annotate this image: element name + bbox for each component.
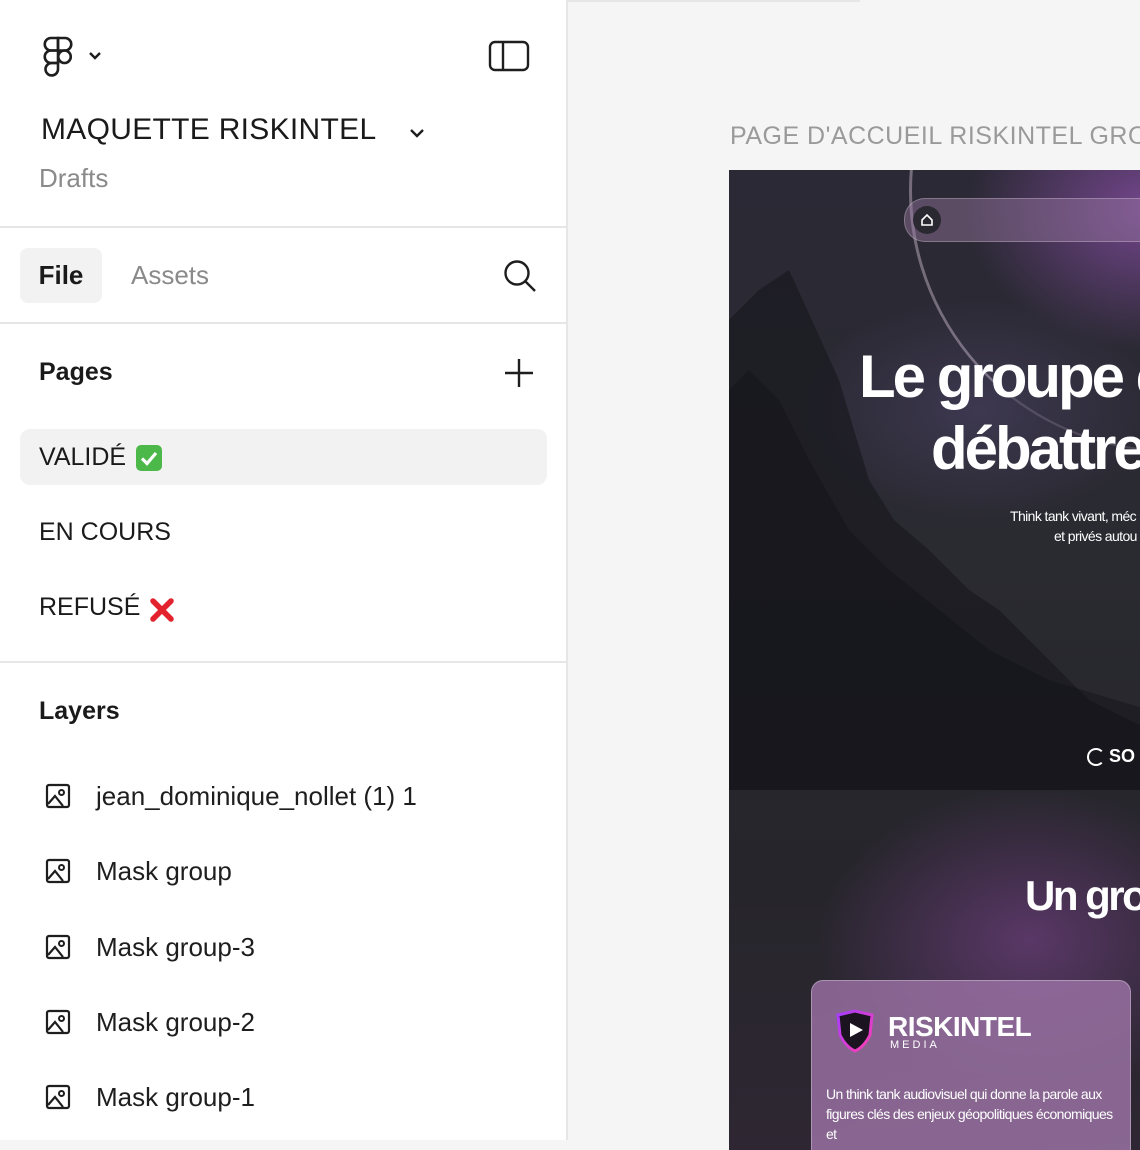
riskintel-media-card: RISKINTEL MEDIA Un think tank audiovisue… (811, 980, 1131, 1150)
chevron-down-icon[interactable] (88, 50, 102, 62)
image-icon (45, 1084, 71, 1110)
so-badge: SO (1087, 746, 1135, 767)
chevron-down-icon[interactable] (409, 126, 425, 140)
page-item-label: VALIDÉ (39, 442, 127, 471)
home-icon[interactable] (913, 206, 941, 234)
image-icon (45, 858, 71, 884)
layer-item[interactable]: Mask group-3 (44, 927, 255, 967)
page-item-en-cours[interactable]: EN COURS (20, 504, 547, 560)
hero-subtitle-line2: et privés autou (1054, 528, 1137, 544)
layer-item[interactable]: jean_dominique_nollet (1) 1 (44, 776, 417, 816)
search-icon[interactable] (502, 258, 538, 294)
layer-item[interactable]: Mask group (44, 851, 232, 891)
tab-file[interactable]: File (20, 248, 102, 303)
check-mark-button-emoji (136, 445, 163, 471)
hero-title-line1: Le groupe c (859, 343, 1140, 410)
layer-label: Mask group-1 (96, 1081, 255, 1112)
divider (0, 226, 566, 228)
tab-assets[interactable]: Assets (131, 260, 209, 291)
layer-label: Mask group-3 (96, 931, 255, 962)
pages-heading: Pages (39, 358, 113, 386)
layer-label: Mask group (96, 855, 232, 886)
design-frame[interactable]: Le groupe c débattre Think tank vivant, … (729, 170, 1140, 1150)
image-icon (45, 783, 71, 809)
nav-bar[interactable] (904, 198, 1140, 242)
so-text: SO (1109, 746, 1136, 766)
card-brand-sub: MEDIA (890, 1039, 940, 1051)
plus-icon[interactable] (503, 357, 535, 389)
figma-logo-icon[interactable] (40, 36, 76, 78)
layers-heading: Layers (39, 697, 120, 725)
project-location[interactable]: Drafts (39, 163, 108, 194)
image-icon (45, 934, 71, 960)
image-icon (45, 1009, 71, 1035)
riskintel-shield-logo (836, 1009, 874, 1053)
layer-item[interactable]: Mask group-2 (44, 1002, 255, 1042)
cross-mark-emoji (148, 596, 176, 624)
project-title[interactable]: MAQUETTE RISKINTEL (41, 113, 376, 147)
layer-item[interactable]: Mask group-1 (44, 1077, 255, 1117)
card-description: Un think tank audiovisuel qui donne la p… (826, 1086, 1113, 1142)
page-item-label: EN COURS (39, 517, 171, 546)
left-sidebar: MAQUETTE RISKINTEL Drafts File Assets Pa… (0, 0, 568, 1140)
page-item-label: REFUSÉ (39, 592, 141, 621)
layer-label: jean_dominique_nollet (1) 1 (96, 780, 417, 811)
divider (0, 661, 566, 663)
frame-label[interactable]: PAGE D'ACCUEIL RISKINTEL GRO (730, 122, 1140, 151)
page-item-refuse[interactable]: REFUSÉ (20, 579, 547, 635)
page-item-valide[interactable]: VALIDÉ (20, 429, 547, 485)
loading-ring-icon (1087, 747, 1105, 766)
section-title: Un gro (1025, 872, 1140, 919)
sidebar-toggle-icon[interactable] (488, 40, 530, 72)
hero-subtitle-line1: Think tank vivant, méc (1010, 508, 1137, 524)
layer-label: Mask group-2 (96, 1006, 255, 1037)
divider (0, 322, 566, 324)
hero-title-line2: débattre (931, 415, 1140, 482)
